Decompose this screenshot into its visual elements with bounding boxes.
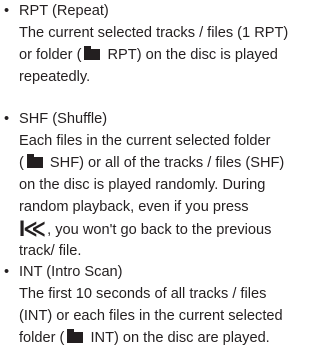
feature-title: RPT (Repeat) [19,3,109,19]
bullet-icon [4,108,16,130]
description-line: (INT) or each files in the current selec… [19,305,324,327]
description-line: I≪, you won't go back to the previous [19,218,324,240]
text-segment: (INT) or each files in the current selec… [19,308,283,324]
previous-track-icon: I≪ [19,216,46,241]
description-line: repeatedly. [19,66,324,88]
text-segment: The first 10 seconds of all tracks / fil… [19,286,267,302]
description-line: on the disc is played randomly. During [19,174,324,196]
folder-icon [67,329,84,343]
feature-body: SHF (Shuffle) Each files in the current s… [19,108,324,262]
text-segment: Each files in the current selected folde… [19,133,271,149]
text-segment: repeatedly. [19,69,91,85]
description-line: or folder ( RPT) on the disc is played [19,44,324,66]
text-segment: random playback, even if you press [19,199,249,215]
description-line: folder ( INT) on the disc are played. [19,327,324,349]
text-segment: INT) on the disc are played. [86,330,270,346]
text-segment: track/ file. [19,243,82,259]
text-segment: on the disc is played randomly. During [19,177,266,193]
feature-title: INT (Intro Scan) [19,264,123,280]
description-line: The current selected tracks / files (1 R… [19,22,324,44]
description-line: Each files in the current selected folde… [19,130,324,152]
text-segment: or folder ( [19,47,82,63]
text-segment: RPT) on the disc is played [103,47,278,63]
text-segment: SHF) or all of the tracks / files (SHF) [45,155,285,171]
folder-icon [26,154,43,168]
folder-icon [84,46,101,60]
feature-title: SHF (Shuffle) [19,111,108,127]
feature-body: INT (Intro Scan) The first 10 seconds of … [19,261,324,349]
description-line: The first 10 seconds of all tracks / fil… [19,283,324,305]
manual-page: RPT (Repeat) The current selected tracks … [0,0,324,354]
bullet-icon [4,0,16,22]
text-segment: ( [19,155,24,171]
description-line: ( SHF) or all of the tracks / files (SHF… [19,152,324,174]
bullet-icon [4,261,16,283]
description-line: track/ file. [19,240,324,262]
text-segment: folder ( [19,330,65,346]
description-line: random playback, even if you press [19,196,324,218]
text-segment: , you won't go back to the previous [47,222,272,238]
text-segment: The current selected tracks / files (1 R… [19,25,289,41]
feature-body: RPT (Repeat) The current selected tracks … [19,0,324,88]
